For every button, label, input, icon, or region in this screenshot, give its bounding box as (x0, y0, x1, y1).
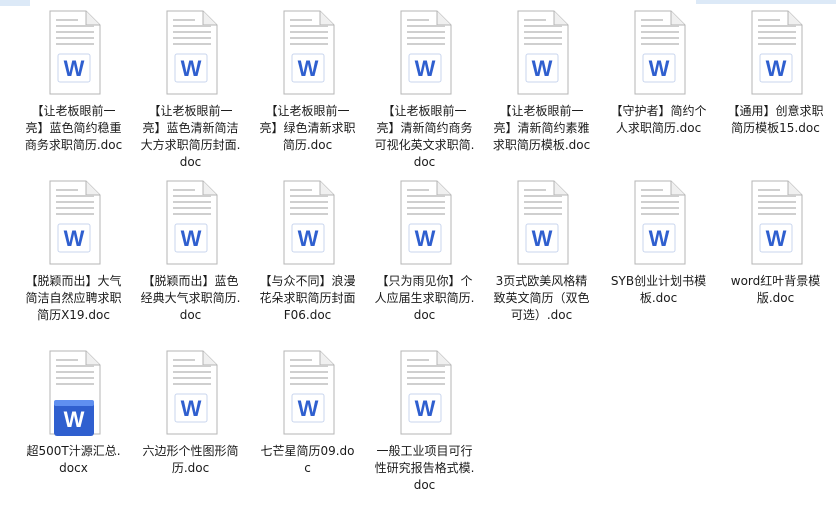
file-item[interactable]: W 【守护者】简约个人求职简历.doc (600, 4, 717, 176)
file-item[interactable]: W 七芒星简历09.doc (249, 344, 366, 516)
svg-text:W: W (180, 56, 201, 81)
file-item[interactable]: W SYB创业计划书模板.doc (600, 174, 717, 346)
file-item[interactable]: W 【让老板眼前一亮】清新简约商务可视化英文求职简.doc (366, 4, 483, 176)
file-name-label: 【让老板眼前一亮】蓝色清新简洁大方求职简历封面.doc (140, 104, 241, 169)
file-name-label: SYB创业计划书模板.doc (610, 274, 707, 305)
svg-text:W: W (414, 226, 435, 251)
svg-text:W: W (180, 226, 201, 251)
word-doc-icon: W (389, 8, 461, 100)
file-name-label: 超500T汁源汇总.docx (26, 444, 121, 475)
svg-text:W: W (63, 226, 84, 251)
word-doc-icon: W (272, 348, 344, 440)
file-item[interactable]: W 超500T汁源汇总.docx (15, 344, 132, 516)
svg-text:W: W (765, 56, 786, 81)
word-doc-icon: W (155, 178, 227, 270)
file-item[interactable]: W word红叶背景模版.doc (717, 174, 834, 346)
file-item[interactable]: W 【脱颖而出】蓝色经典大气求职简历.doc (132, 174, 249, 346)
word-doc-icon: W (272, 8, 344, 100)
svg-text:W: W (648, 56, 669, 81)
word-doc-icon: W (506, 178, 578, 270)
file-name-label: 七芒星简历09.doc (260, 444, 355, 475)
file-name-label: 【只为雨见你】个人应届生求职简历.doc (374, 274, 475, 322)
file-name-label: 六边形个性图形简历.doc (142, 444, 239, 475)
word-doc-icon: W (155, 8, 227, 100)
file-item[interactable]: W 六边形个性图形简历.doc (132, 344, 249, 516)
file-item[interactable]: W 【只为雨见你】个人应届生求职简历.doc (366, 174, 483, 346)
file-name-label: 【守护者】简约个人求职简历.doc (610, 104, 707, 135)
file-item[interactable]: W 【让老板眼前一亮】蓝色清新简洁大方求职简历封面.doc (132, 4, 249, 176)
file-item[interactable]: W 【让老板眼前一亮】蓝色简约稳重商务求职简历.doc (15, 4, 132, 176)
word-doc-icon: W (506, 8, 578, 100)
svg-text:W: W (531, 226, 552, 251)
svg-text:W: W (63, 407, 84, 432)
svg-text:W: W (414, 56, 435, 81)
file-name-label: 一般工业项目可行性研究报告格式模.doc (374, 444, 475, 492)
word-doc-icon: W (389, 178, 461, 270)
svg-text:W: W (297, 226, 318, 251)
svg-text:W: W (648, 226, 669, 251)
file-item[interactable]: W 3页式欧美风格精致英文简历（双色可选）.doc (483, 174, 600, 346)
word-doc-icon: W (38, 178, 110, 270)
word-docx-icon: W (38, 348, 110, 440)
svg-text:W: W (765, 226, 786, 251)
svg-text:W: W (414, 396, 435, 421)
file-name-label: 【脱颖而出】蓝色经典大气求职简历.doc (140, 274, 241, 322)
word-doc-icon: W (740, 8, 812, 100)
file-name-label: 【通用】创意求职简历模板15.doc (727, 104, 824, 135)
file-name-label: 【让老板眼前一亮】蓝色简约稳重商务求职简历.doc (24, 104, 123, 152)
word-doc-icon: W (389, 348, 461, 440)
svg-text:W: W (180, 396, 201, 421)
word-doc-icon: W (740, 178, 812, 270)
file-name-label: 【脱颖而出】大气简洁自然应聘求职简历X19.doc (25, 274, 122, 322)
file-grid: W 【让老板眼前一亮】蓝色简约稳重商务求职简历.doc W 【让老板眼前一亮】蓝… (0, 0, 836, 492)
file-item[interactable]: W 【通用】创意求职简历模板15.doc (717, 4, 834, 176)
svg-text:W: W (297, 396, 318, 421)
word-doc-icon: W (38, 8, 110, 100)
file-item[interactable]: W 【让老板眼前一亮】清新简约素雅求职简历模板.doc (483, 4, 600, 176)
svg-text:W: W (297, 56, 318, 81)
file-item[interactable]: W 【脱颖而出】大气简洁自然应聘求职简历X19.doc (15, 174, 132, 346)
file-item[interactable]: W 【与众不同】浪漫花朵求职简历封面F06.doc (249, 174, 366, 346)
svg-text:W: W (531, 56, 552, 81)
svg-text:W: W (63, 56, 84, 81)
file-name-label: 【让老板眼前一亮】绿色清新求职简历.doc (259, 104, 356, 152)
file-item[interactable]: W 一般工业项目可行性研究报告格式模.doc (366, 344, 483, 516)
file-name-label: 3页式欧美风格精致英文简历（双色可选）.doc (493, 274, 590, 322)
file-name-label: 【让老板眼前一亮】清新简约商务可视化英文求职简.doc (374, 104, 475, 169)
file-name-label: 【与众不同】浪漫花朵求职简历封面F06.doc (259, 274, 356, 322)
word-doc-icon: W (623, 8, 695, 100)
file-name-label: word红叶背景模版.doc (730, 274, 821, 305)
word-doc-icon: W (272, 178, 344, 270)
file-name-label: 【让老板眼前一亮】清新简约素雅求职简历模板.doc (492, 104, 591, 152)
file-item[interactable]: W 【让老板眼前一亮】绿色清新求职简历.doc (249, 4, 366, 176)
word-doc-icon: W (155, 348, 227, 440)
word-doc-icon: W (623, 178, 695, 270)
